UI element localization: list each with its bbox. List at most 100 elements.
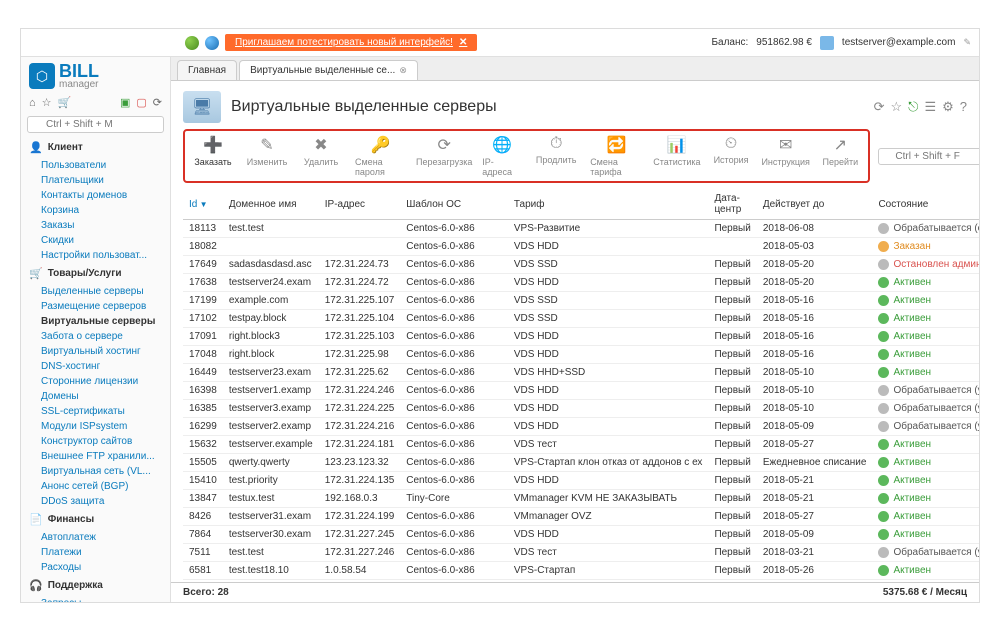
settings-icon[interactable]: ⚙ bbox=[942, 99, 954, 115]
tab[interactable]: Главная bbox=[177, 60, 237, 80]
edit-icon[interactable]: ✎ bbox=[963, 37, 971, 48]
column-header[interactable]: Дата-центр bbox=[708, 189, 756, 220]
nav-section-head[interactable]: 👤Клиент bbox=[21, 137, 170, 158]
table-row[interactable]: 16299testserver2.examp172.31.224.216Cent… bbox=[183, 418, 979, 436]
table-row[interactable]: 18082Centos-6.0-x86VDS HDD2018-05-03Зака… bbox=[183, 238, 979, 256]
cart-icon[interactable]: 🛒 bbox=[58, 96, 72, 109]
column-header[interactable]: IP-адрес bbox=[319, 189, 401, 220]
tree-icon[interactable]: ⎋ bbox=[908, 99, 918, 115]
nav-item[interactable]: Запросы bbox=[21, 596, 170, 602]
close-icon[interactable]: ⊗ bbox=[399, 65, 407, 76]
toolbar-Заказать[interactable]: ➕Заказать bbox=[193, 135, 233, 177]
nav-item[interactable]: Корзина bbox=[21, 203, 170, 218]
column-header[interactable]: Шаблон ОС bbox=[400, 189, 508, 220]
nav-item[interactable]: Сторонние лицензии bbox=[21, 374, 170, 389]
toolbar-Удалить[interactable]: ✖Удалить bbox=[301, 135, 341, 177]
table-row[interactable]: 7864testserver30.exam172.31.227.245Cento… bbox=[183, 526, 979, 544]
nav-item[interactable]: Виртуальный хостинг bbox=[21, 344, 170, 359]
toolbar-Перейти[interactable]: ↗Перейти bbox=[820, 135, 860, 177]
nav-item[interactable]: Автоплатеж bbox=[21, 530, 170, 545]
nav-item[interactable]: Забота о сервере bbox=[21, 329, 170, 344]
reload-icon[interactable]: ⟳ bbox=[874, 99, 885, 115]
help-icon[interactable]: ? bbox=[960, 99, 967, 115]
nav-item[interactable]: DNS-хостинг bbox=[21, 359, 170, 374]
table-row[interactable]: 16385testserver3.examp172.31.224.225Cent… bbox=[183, 400, 979, 418]
table-row[interactable]: 15505qwerty.qwerty123.23.123.32Centos-6.… bbox=[183, 454, 979, 472]
table-row[interactable]: 17638testserver24.exam172.31.224.72Cento… bbox=[183, 274, 979, 292]
nav-section-head[interactable]: 📄Финансы bbox=[21, 509, 170, 530]
table-row[interactable]: 17048right.block172.31.225.98Centos-6.0-… bbox=[183, 346, 979, 364]
columns-icon[interactable]: ☰ bbox=[924, 99, 936, 115]
avatar-icon bbox=[820, 36, 834, 50]
toolbar-Перезагрузка[interactable]: ⟳Перезагрузка bbox=[420, 135, 468, 177]
table-row[interactable]: 17199example.com172.31.225.107Centos-6.0… bbox=[183, 292, 979, 310]
toolbar-Изменить[interactable]: ✎Изменить bbox=[247, 135, 287, 177]
nav-item[interactable]: Платежи bbox=[21, 545, 170, 560]
user-email[interactable]: testserver@example.com bbox=[842, 37, 956, 48]
promo-banner[interactable]: Приглашаем потестировать новый интерфейс… bbox=[225, 34, 477, 51]
nav-item[interactable]: DDoS защита bbox=[21, 494, 170, 509]
nav-section-head[interactable]: 🛒Товары/Услуги bbox=[21, 263, 170, 284]
status-icon bbox=[878, 475, 889, 486]
table-search-input[interactable] bbox=[878, 148, 979, 165]
column-header[interactable]: Действует до bbox=[757, 189, 873, 220]
nav-item[interactable]: Виртуальная сеть (VL... bbox=[21, 464, 170, 479]
toolbar-IP-адреса[interactable]: 🌐IP-адреса bbox=[482, 135, 522, 177]
status-indicator-2 bbox=[205, 36, 219, 50]
home-icon[interactable]: ⌂ bbox=[29, 97, 36, 109]
table-row[interactable]: 13847testux.test192.168.0.3Tiny-CoreVMma… bbox=[183, 490, 979, 508]
nav-item[interactable]: Внешнее FTP хранили... bbox=[21, 449, 170, 464]
table-row[interactable]: 15410test.priority172.31.224.135Centos-6… bbox=[183, 472, 979, 490]
nav-item[interactable]: Домены bbox=[21, 389, 170, 404]
Статистика-icon: 📊 bbox=[667, 135, 687, 155]
minus-icon[interactable]: ▢ bbox=[136, 96, 146, 109]
table-row[interactable]: 16449testserver23.exam172.31.225.62Cento… bbox=[183, 364, 979, 382]
table-row[interactable]: 17649sadasdasdasd.asc172.31.224.73Centos… bbox=[183, 256, 979, 274]
toolbar-Статистика[interactable]: 📊Статистика bbox=[657, 135, 697, 177]
IP-адреса-icon: 🌐 bbox=[492, 135, 512, 155]
nav-item[interactable]: Виртуальные серверы bbox=[21, 314, 170, 329]
star-icon[interactable]: ☆ bbox=[42, 96, 52, 109]
nav-item[interactable]: Настройки пользоват... bbox=[21, 248, 170, 263]
nav-item[interactable]: Контакты доменов bbox=[21, 188, 170, 203]
nav-item[interactable]: Выделенные серверы bbox=[21, 284, 170, 299]
nav-item[interactable]: Расходы bbox=[21, 560, 170, 575]
table-row[interactable]: 17091right.block3172.31.225.103Centos-6.… bbox=[183, 328, 979, 346]
Продлить-icon: ⏱ bbox=[550, 135, 562, 153]
Изменить-icon: ✎ bbox=[260, 135, 273, 155]
nav-section-head[interactable]: 🎧Поддержка bbox=[21, 575, 170, 596]
plus-icon[interactable]: ▣ bbox=[120, 96, 130, 109]
table-row[interactable]: 16398testserver1.examp172.31.224.246Cent… bbox=[183, 382, 979, 400]
nav-item[interactable]: Скидки bbox=[21, 233, 170, 248]
table-row[interactable]: 17102testpay.block172.31.225.104Centos-6… bbox=[183, 310, 979, 328]
tab[interactable]: Виртуальные выделенные се...⊗ bbox=[239, 60, 418, 80]
status-icon bbox=[878, 439, 889, 450]
sidebar-search-input[interactable] bbox=[27, 116, 164, 133]
table-row[interactable]: 6581test.test18.101.0.58.54Centos-6.0-x8… bbox=[183, 562, 979, 580]
column-header[interactable]: Состояние bbox=[872, 189, 979, 220]
nav-item[interactable]: Размещение серверов bbox=[21, 299, 170, 314]
close-icon[interactable]: ✕ bbox=[459, 37, 467, 48]
nav-item[interactable]: Анонс сетей (BGP) bbox=[21, 479, 170, 494]
table-row[interactable]: 7511test.test172.31.227.246Centos-6.0-x8… bbox=[183, 544, 979, 562]
nav-item[interactable]: SSL-сертификаты bbox=[21, 404, 170, 419]
nav-item[interactable]: Модули ISPsystem bbox=[21, 419, 170, 434]
fav-icon[interactable]: ☆ bbox=[891, 99, 903, 115]
table-row[interactable]: 18113test.testCentos-6.0-x86VPS-Развитие… bbox=[183, 220, 979, 238]
toolbar-Инструкция[interactable]: ✉Инструкция bbox=[765, 135, 806, 177]
nav-item[interactable]: Конструктор сайтов bbox=[21, 434, 170, 449]
toolbar-Продлить[interactable]: ⏱Продлить bbox=[536, 135, 576, 177]
nav-item[interactable]: Пользователи bbox=[21, 158, 170, 173]
table-row[interactable]: 15632testserver.example172.31.224.181Cen… bbox=[183, 436, 979, 454]
table-row[interactable]: 8426testserver31.exam172.31.224.199Cento… bbox=[183, 508, 979, 526]
column-header[interactable]: Доменное имя bbox=[223, 189, 319, 220]
status-icon bbox=[878, 349, 889, 360]
toolbar-Смена тарифа[interactable]: 🔁Смена тарифа bbox=[590, 135, 643, 177]
toolbar-История[interactable]: ⏲История bbox=[711, 135, 751, 177]
column-header[interactable]: Id bbox=[183, 189, 223, 220]
nav-item[interactable]: Плательщики bbox=[21, 173, 170, 188]
refresh-icon[interactable]: ⟳ bbox=[153, 96, 162, 109]
column-header[interactable]: Тариф bbox=[508, 189, 709, 220]
toolbar-Смена пароля[interactable]: 🔑Смена пароля bbox=[355, 135, 406, 177]
nav-item[interactable]: Заказы bbox=[21, 218, 170, 233]
